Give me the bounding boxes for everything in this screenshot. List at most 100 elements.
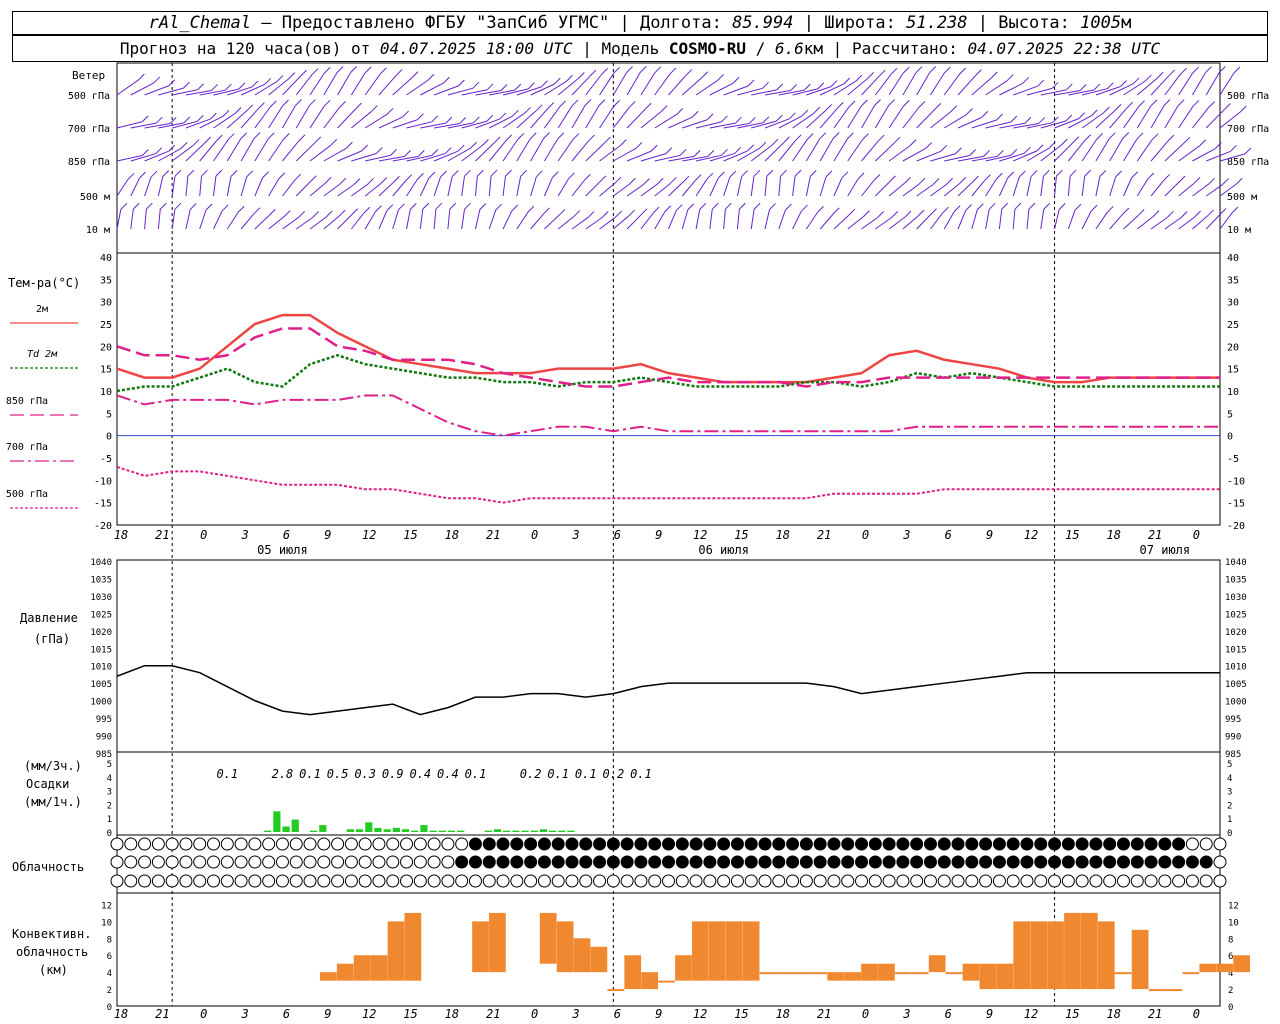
cloud-symbol — [662, 855, 675, 869]
wind-barb — [475, 112, 507, 129]
wind-barb-flag — [732, 76, 740, 84]
time-tick-top: 18 — [114, 528, 128, 542]
wind-barb-flag — [615, 210, 622, 218]
wind-barb-flag — [253, 207, 261, 215]
cloud-circle — [427, 874, 441, 888]
cloud-symbol — [648, 837, 662, 851]
conv-bar — [1097, 921, 1115, 990]
wind-barb — [751, 83, 784, 96]
press-ytick-left: 1030 — [90, 593, 112, 603]
wind-barb — [668, 204, 683, 230]
wind-barb-flag — [1043, 169, 1050, 177]
wind-barb — [943, 67, 966, 96]
wind-barb-flag — [775, 114, 783, 122]
wind-barb — [227, 80, 259, 96]
wind-barb-shaft — [874, 181, 890, 197]
wind-barb-flag — [311, 68, 319, 75]
wind-barb-shaft — [847, 105, 862, 129]
cloud-symbol — [524, 855, 538, 869]
wind-barb-shaft — [943, 73, 961, 96]
wind-barb-shaft — [516, 212, 529, 230]
wind-barb-shaft — [282, 179, 296, 197]
wind-barb-shaft — [488, 176, 492, 197]
wind-barb-shaft — [957, 75, 976, 96]
conv-bar — [1081, 912, 1098, 990]
wind-barb-shaft — [157, 176, 164, 197]
cloud-symbol — [468, 837, 482, 851]
cloud-circle — [262, 837, 276, 851]
wind-barb-flag — [639, 66, 647, 73]
wind-barb-shaft — [1109, 213, 1124, 230]
cloud-circle — [1020, 837, 1034, 851]
wind-barb-flag — [386, 107, 394, 115]
precip-total-label: 0.5 — [327, 767, 349, 781]
cloud-symbol — [662, 837, 675, 851]
wind-barb — [668, 69, 693, 96]
wind-barb-shaft — [199, 140, 217, 162]
cloud-circle — [1213, 874, 1227, 888]
cloud-circle — [937, 874, 951, 888]
cloud-circle — [565, 855, 579, 869]
time-tick-top: 0 — [531, 528, 538, 542]
wind-barb-shaft — [971, 77, 992, 96]
time-tick-bottom: 12 — [362, 1007, 376, 1021]
conv-bar — [1013, 921, 1031, 990]
cloud-circle — [675, 837, 689, 851]
press-ytick-right: 1040 — [1225, 558, 1247, 568]
wind-barb-flag — [1132, 77, 1140, 85]
wind-barb — [902, 101, 926, 129]
wind-barb-flag — [855, 74, 863, 82]
cloud-symbol — [1020, 855, 1034, 869]
wind-barb — [1164, 67, 1187, 96]
precip-bar — [447, 830, 456, 832]
wind-barb — [268, 172, 286, 197]
wind-barb-flag — [959, 177, 967, 184]
conv-bar — [708, 921, 726, 981]
wind-barb-flag — [959, 67, 966, 75]
precip-ytick-right: 5 — [1227, 760, 1232, 770]
cloud-circle — [868, 874, 882, 888]
cloud-symbol — [1158, 855, 1172, 869]
wind-barb — [295, 68, 319, 96]
cloud-symbol — [331, 874, 345, 888]
precip-bar — [310, 830, 318, 832]
wind-barb-shaft — [447, 176, 453, 197]
wind-barb-shaft — [557, 105, 573, 129]
cloud-symbol — [372, 837, 386, 851]
wind-barb — [1123, 171, 1139, 197]
wind-barb-shaft — [337, 214, 353, 230]
precip-total-label: 0.1 — [216, 767, 238, 781]
wind-barb — [916, 144, 948, 162]
cloud-circle — [896, 874, 910, 888]
wind-barb-flag — [917, 209, 925, 217]
time-tick-top: 6 — [614, 528, 621, 542]
wind-barb-flag — [237, 205, 245, 213]
cloud-circle — [1199, 874, 1213, 888]
cloud-symbol — [827, 874, 841, 888]
cloud-symbol — [289, 874, 303, 888]
wind-barb-flag — [614, 176, 622, 184]
wind-barb-flag — [718, 171, 725, 179]
time-tick-bottom: 18 — [445, 1007, 459, 1021]
wind-barb-shaft — [1136, 105, 1152, 129]
cloud-circle — [593, 874, 607, 888]
wind-barb-shaft — [695, 121, 722, 129]
wind-barb-flag — [153, 76, 161, 84]
wind-barb-flag — [572, 133, 580, 140]
wind-barb — [1040, 202, 1051, 230]
wind-barb-flag — [404, 149, 411, 157]
cloud-symbol — [1144, 855, 1158, 869]
precip-bar — [392, 827, 400, 832]
wind-barb-shaft — [723, 176, 731, 197]
cloud-circle — [386, 837, 400, 851]
wind-barb-flag — [375, 205, 382, 213]
wind-barb-flag — [395, 69, 403, 76]
wind-barb-flag — [1084, 169, 1092, 177]
wind-barb-flag — [402, 110, 409, 118]
cloud-circle — [841, 837, 855, 851]
wind-barb — [268, 99, 289, 129]
cloud-symbol — [730, 837, 744, 851]
wind-barb — [985, 148, 1018, 162]
cloud-circle — [138, 837, 152, 851]
cloud-symbol — [455, 837, 469, 851]
